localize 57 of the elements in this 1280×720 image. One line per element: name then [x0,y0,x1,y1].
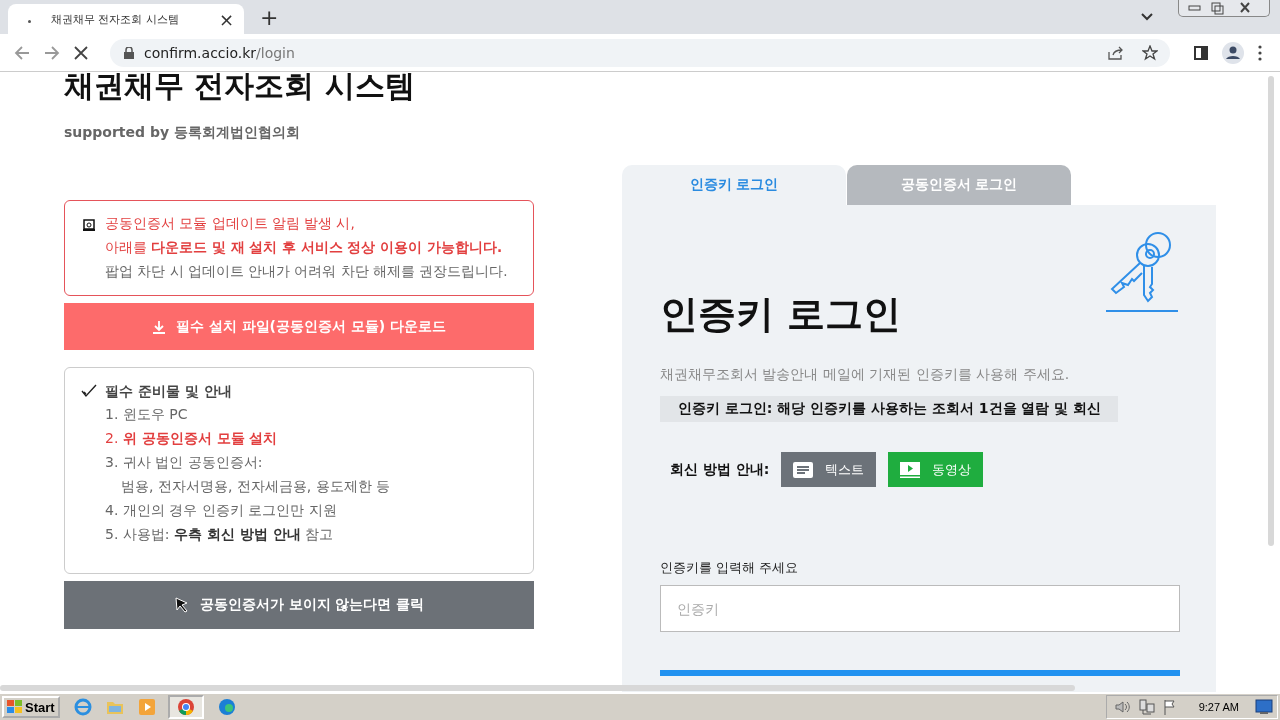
vertical-scrollbar[interactable] [1268,76,1274,546]
certificate-help-button[interactable]: 공동인증서가 보이지 않는다면 클릭 [64,581,534,629]
speaker-icon[interactable] [1114,700,1131,714]
checklist-item: 4. 개인의 경우 인증키 로그인만 지원 [105,501,338,520]
close-tab-button[interactable]: × [218,8,234,30]
info-banner: 인증키 로그인: 해당 인증키를 사용하는 조회서 1건을 열람 및 회신 [660,396,1118,422]
window-controls[interactable] [1178,0,1270,17]
login-heading: 인증키 로그인 [660,291,902,338]
clock: 9:27 AM [1198,701,1239,713]
chrome-taskbar-button[interactable] [167,695,204,719]
back-icon[interactable] [14,44,30,61]
login-tab[interactable]: 인증키 로그인 [622,165,846,205]
network-icon[interactable] [1138,699,1155,715]
checklist-item: 2. 위 공동인증서 모듈 설치 [105,429,279,448]
forward-icon[interactable] [44,44,60,61]
address-bar[interactable]: confirm.accio.kr/login [110,38,1170,67]
key-input[interactable]: 인증키 [660,585,1180,632]
notice-text: 아래를 다운로드 및 재 설치 후 서비스 정상 이용이 가능합니다. [105,238,504,257]
keys-icon [1106,231,1180,313]
windows-logo-icon [7,700,23,714]
checklist-item-detail: 범용, 전자서명용, 전자세금용, 용도제한 등 [121,477,392,496]
checkmark-icon [81,384,97,398]
cursor-icon [173,597,190,613]
field-label: 인증키를 입력해 주세요 [660,559,800,577]
login-description: 채권채무조회서 발송안내 메일에 기재된 인증키를 사용해 주세요. [660,366,1071,384]
reply-guide-label: 회신 방법 안내: [670,460,770,479]
download-icon [151,319,166,334]
browser-tab[interactable]: 채권채무 전자조회 시스템 × [8,4,244,34]
checklist-title: 필수 준비물 및 안내 [105,382,232,401]
side-panel-icon[interactable] [1194,45,1208,60]
profile-icon[interactable] [1222,41,1244,64]
stop-icon[interactable] [74,45,88,60]
flag-icon[interactable] [1162,699,1177,715]
alarm-icon [83,219,95,231]
new-tab-button[interactable]: + [260,4,279,32]
play-icon [900,461,921,478]
star-icon[interactable] [1142,44,1158,61]
guide-button[interactable]: 텍스트 [781,452,877,487]
document-icon [793,461,814,478]
menu-icon[interactable] [1258,44,1262,61]
chevron-icon[interactable] [1140,12,1154,22]
page-subtitle: supported by 등록회계법인협의회 [64,124,301,142]
horizontal-scrollbar[interactable] [0,685,1075,691]
tab-title: 채권채무 전자조회 시스템 [51,11,180,27]
checklist-item: 1. 윈도우 PC [105,405,189,424]
notice-text: 공동인증서 모듈 업데이트 알림 발생 시, [105,214,356,233]
chrome-icon [176,698,195,716]
notice-text: 팝업 차단 시 업데이트 안내가 어려워 차단 해제를 권장드립니다. [105,262,508,281]
guide-button[interactable]: 동영상 [888,452,984,487]
checklist-item: 3. 귀사 법인 공동인증서: [105,453,264,472]
download-button[interactable]: 필수 설치 파일(공동인증서 모듈) 다운로드 [64,303,534,350]
show-desktop-icon[interactable] [1255,699,1273,715]
start-button[interactable]: Start [2,696,60,718]
checklist-item: 5. 사용법: 우측 회신 방법 안내 참고 [105,525,335,544]
lock-icon [124,46,134,59]
loading-icon [28,19,31,23]
share-icon[interactable] [1108,45,1124,60]
